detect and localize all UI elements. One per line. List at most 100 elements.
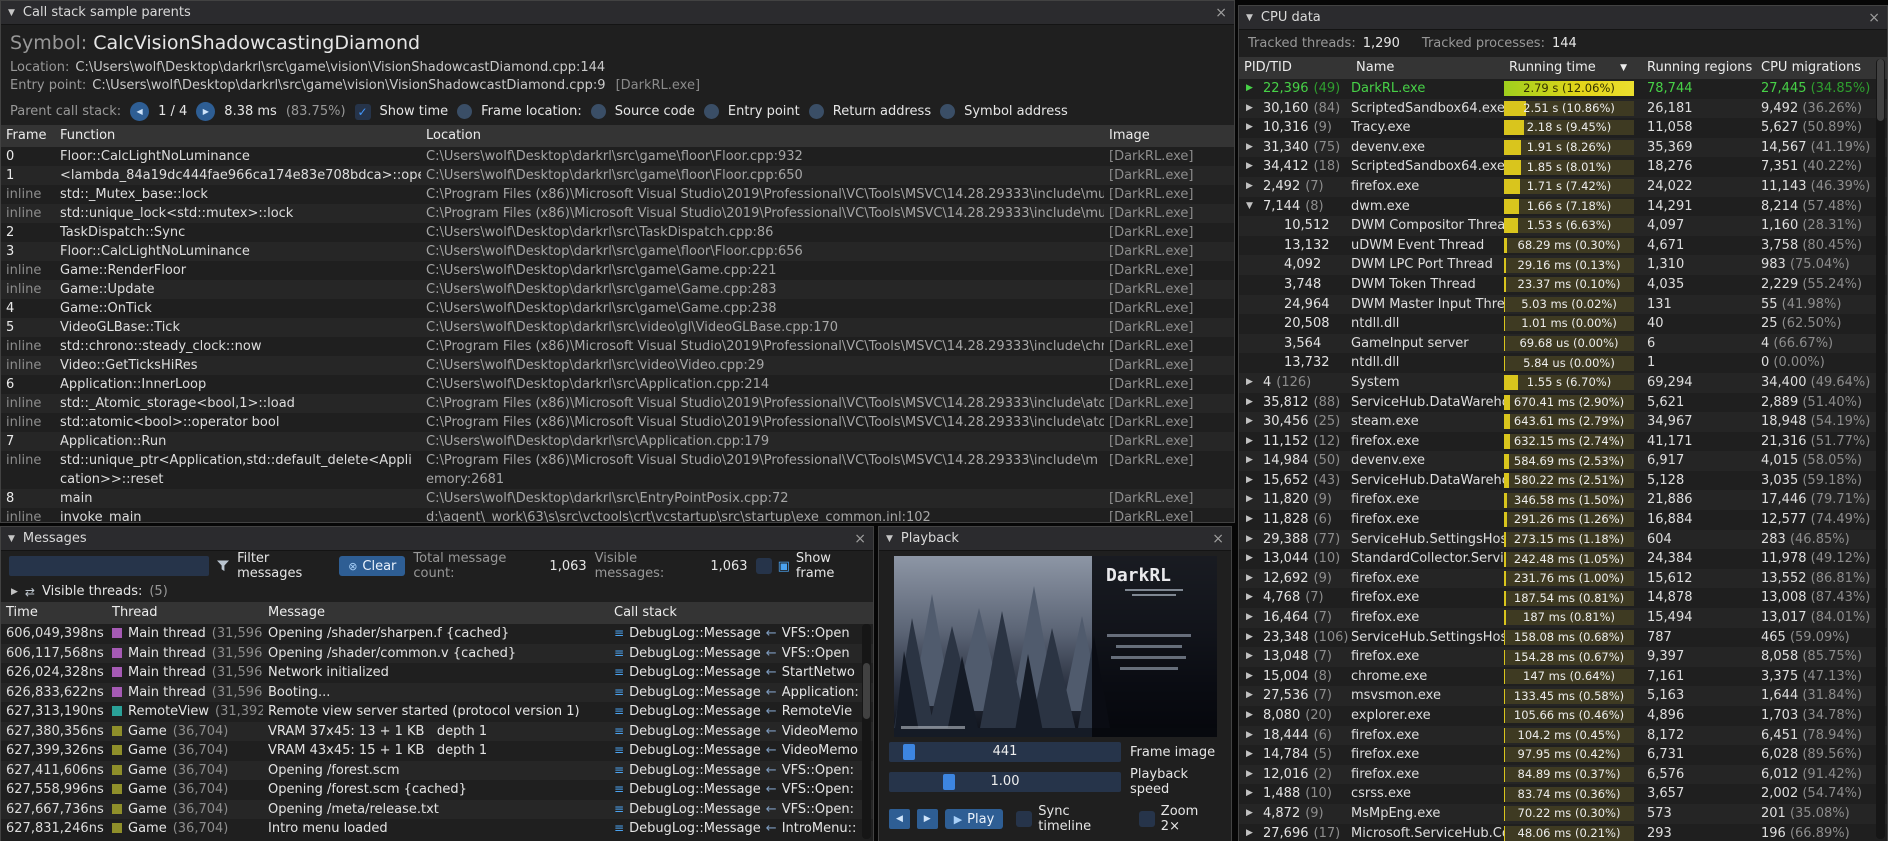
callstack-titlebar[interactable]: ▼ Call stack sample parents × [1,1,1234,25]
cpu-row[interactable]: ▶8,080(20)explorer.exe105.66 ms (0.46%)4… [1239,706,1887,726]
cpu-row[interactable]: ▶13,044(10)StandardCollector.Servic242.4… [1239,549,1887,569]
cpu-row[interactable]: ▶4,872(9)MsMpEng.exe70.22 ms (0.30%)5732… [1239,804,1887,824]
expand-icon[interactable]: ▶ [1246,138,1258,158]
message-row[interactable]: 627,667,736nsGame(36,704)Opening /meta/r… [1,800,873,820]
show-time-checkbox[interactable]: ✓ [355,104,371,120]
message-row[interactable]: 606,049,398nsMain thread(31,596)Opening … [1,624,873,644]
col-image[interactable]: Image [1104,125,1234,147]
expand-icon[interactable]: ▶ [1246,804,1258,824]
radio-source-code[interactable] [591,104,606,119]
expand-icon[interactable]: ▶ [1246,530,1258,550]
col-running-regions[interactable]: Running regions [1642,57,1756,79]
message-callstack[interactable]: ≡DebugLog::Message←VFS::Open: [609,800,873,820]
expand-icon[interactable]: ▶ [1246,647,1258,667]
expand-icon[interactable]: ▶ [1246,588,1258,608]
callstack-row[interactable]: 1<lambda_84a19dc444fae966ca174e83e708bdc… [1,166,1234,185]
expand-icon[interactable]: ▶ [1246,432,1258,452]
cpu-row[interactable]: ▶12,692(9)firefox.exe231.76 ms (1.00%)15… [1239,569,1887,589]
message-callstack[interactable]: ≡DebugLog::Message←StartNetwo [609,663,873,683]
message-row[interactable]: 627,313,190nsRemoteView(31,392)Remote vi… [1,702,873,722]
callstack-row[interactable]: inlinestd::_Atomic_storage<bool,1>::load… [1,394,1234,413]
cpu-row[interactable]: 20,508ntdll.dll1.01 ms (0.00%)4025 (62.5… [1239,314,1887,334]
message-callstack[interactable]: ≡DebugLog::Message←VFS::Open [609,644,873,664]
cpu-row[interactable]: ▶30,456(25)steam.exe643.61 ms (2.79%)34,… [1239,412,1887,432]
cpu-scrollbar-thumb[interactable] [1877,59,1884,121]
cpu-row[interactable]: 13,732ntdll.dll5.84 us (0.00%)10 (0.00%) [1239,353,1887,373]
close-icon[interactable]: × [854,532,866,546]
expand-icon[interactable]: ▶ [1246,79,1258,99]
cpu-row[interactable]: ▶18,444(6)firefox.exe104.2 ms (0.45%)8,1… [1239,726,1887,746]
expand-icon[interactable]: ▶ [11,587,18,597]
callstack-row[interactable]: inlineGame::RenderFloorC:\Users\wolf\Des… [1,261,1234,280]
close-icon[interactable]: × [1212,532,1224,546]
callstack-row[interactable]: 7Application::RunC:\Users\wolf\Desktop\d… [1,432,1234,451]
radio-return-address[interactable] [809,104,824,119]
expand-icon[interactable]: ▶ [1246,451,1258,471]
message-row[interactable]: 626,833,622nsMain thread(31,596)Booting.… [1,683,873,703]
message-row[interactable]: 627,399,326nsGame(36,704)VRAM 43x45: 15 … [1,741,873,761]
messages-titlebar[interactable]: ▼ Messages × [1,527,873,551]
expand-icon[interactable]: ▶ [1246,686,1258,706]
message-row[interactable]: 627,558,996nsGame(36,704)Opening /forest… [1,780,873,800]
radio-symbol-address-label[interactable]: Symbol address [964,104,1068,119]
callstack-row[interactable]: 8mainC:\Users\wolf\Desktop\darkrl\src\En… [1,489,1234,508]
cpu-row[interactable]: ▶35,812(88)ServiceHub.DataWarehou670.41 … [1239,393,1887,413]
radio-source-code-label[interactable]: Source code [615,104,695,119]
radio-symbol-address[interactable] [940,104,955,119]
expand-icon[interactable]: ▼ [1246,197,1258,217]
col-frame[interactable]: Frame [1,125,55,147]
collapse-icon[interactable]: ▼ [8,534,15,544]
col-function[interactable]: Function [55,125,421,147]
cpu-row[interactable]: ▶16,464(7)firefox.exe187 ms (0.81%)15,49… [1239,608,1887,628]
col-callstack[interactable]: Call stack [609,602,873,624]
col-pid-tid[interactable]: PID/TID [1239,57,1351,79]
play-button[interactable]: ▶ Play [945,809,1004,829]
cpu-row[interactable]: ▶4(126)System1.55 s (6.70%)69,29434,400 … [1239,373,1887,393]
expand-icon[interactable]: ▶ [1246,569,1258,589]
cpu-titlebar[interactable]: ▼ CPU data × [1239,6,1887,30]
expand-icon[interactable]: ▶ [1246,824,1258,841]
cpu-row[interactable]: ▶2,492(7)firefox.exe1.71 s (7.42%)24,022… [1239,177,1887,197]
cpu-row[interactable]: 13,132uDWM Event Thread68.29 ms (0.30%)4… [1239,236,1887,256]
message-callstack[interactable]: ≡DebugLog::Message←VFS::Open: [609,761,873,781]
expand-icon[interactable]: ▶ [1246,765,1258,785]
expand-icon[interactable]: ▶ [1246,784,1258,804]
cpu-row[interactable]: 3,748DWM Token Thread23.37 ms (0.10%)4,0… [1239,275,1887,295]
message-row[interactable]: 627,411,606nsGame(36,704)Opening /forest… [1,761,873,781]
playback-titlebar[interactable]: ▼ Playback × [879,527,1231,551]
cpu-row[interactable]: 3,564GameInput server69.68 us (0.00%)64 … [1239,334,1887,354]
cpu-row[interactable]: ▶27,536(7)msvsmon.exe133.45 ms (0.58%)5,… [1239,686,1887,706]
prev-frame-button[interactable]: ◀ [889,809,910,829]
zoom-2x-checkbox[interactable] [1139,811,1155,827]
col-thread[interactable]: Thread [107,602,263,624]
expand-icon[interactable]: ▶ [1246,393,1258,413]
next-frame-button[interactable]: ▶ [917,809,938,829]
cpu-row[interactable]: ▶15,004(8)chrome.exe147 ms (0.64%)7,1613… [1239,667,1887,687]
cpu-row[interactable]: ▶14,984(50)devenv.exe584.69 ms (2.53%)6,… [1239,451,1887,471]
cpu-row[interactable]: ▶13,048(7)firefox.exe154.28 ms (0.67%)9,… [1239,647,1887,667]
col-message[interactable]: Message [263,602,609,624]
expand-icon[interactable]: ▶ [1246,706,1258,726]
expand-icon[interactable]: ▶ [1246,628,1258,648]
cpu-row[interactable]: ▶15,652(43)ServiceHub.DataWarehou580.22 … [1239,471,1887,491]
collapse-icon[interactable]: ▼ [1246,13,1253,23]
expand-icon[interactable]: ▶ [1246,549,1258,569]
cpu-scrollbar[interactable] [1876,59,1885,839]
callstack-row[interactable]: inlineVideo::GetTicksHiResC:\Users\wolf\… [1,356,1234,375]
callstack-row[interactable]: 5VideoGLBase::TickC:\Users\wolf\Desktop\… [1,318,1234,337]
message-callstack[interactable]: ≡DebugLog::Message←VideoMemo [609,722,873,742]
collapse-icon[interactable]: ▼ [886,534,893,544]
expand-icon[interactable]: ▶ [1246,667,1258,687]
cpu-row[interactable]: ▶14,784(5)firefox.exe97.95 ms (0.42%)6,7… [1239,745,1887,765]
cpu-row[interactable]: ▶12,016(2)firefox.exe84.89 ms (0.37%)6,5… [1239,765,1887,785]
col-cpu-migrations[interactable]: CPU migrations [1756,57,1887,79]
callstack-row[interactable]: inlineinvoke_maind:\agent\_work\63\s\src… [1,508,1234,522]
message-callstack[interactable]: ≡DebugLog::Message←VFS::Open [609,624,873,644]
message-callstack[interactable]: ≡DebugLog::Message←IntroMenu:: [609,819,873,839]
cpu-row[interactable]: ▶11,152(12)firefox.exe632.15 ms (2.74%)4… [1239,432,1887,452]
callstack-row[interactable]: inlinestd::unique_ptr<Application,std::d… [1,451,1234,489]
callstack-row[interactable]: inlinestd::unique_lock<std::mutex>::lock… [1,204,1234,223]
messages-scrollbar-thumb[interactable] [863,663,870,719]
show-frame-checkbox[interactable] [756,558,772,574]
expand-icon[interactable]: ▶ [1246,177,1258,197]
